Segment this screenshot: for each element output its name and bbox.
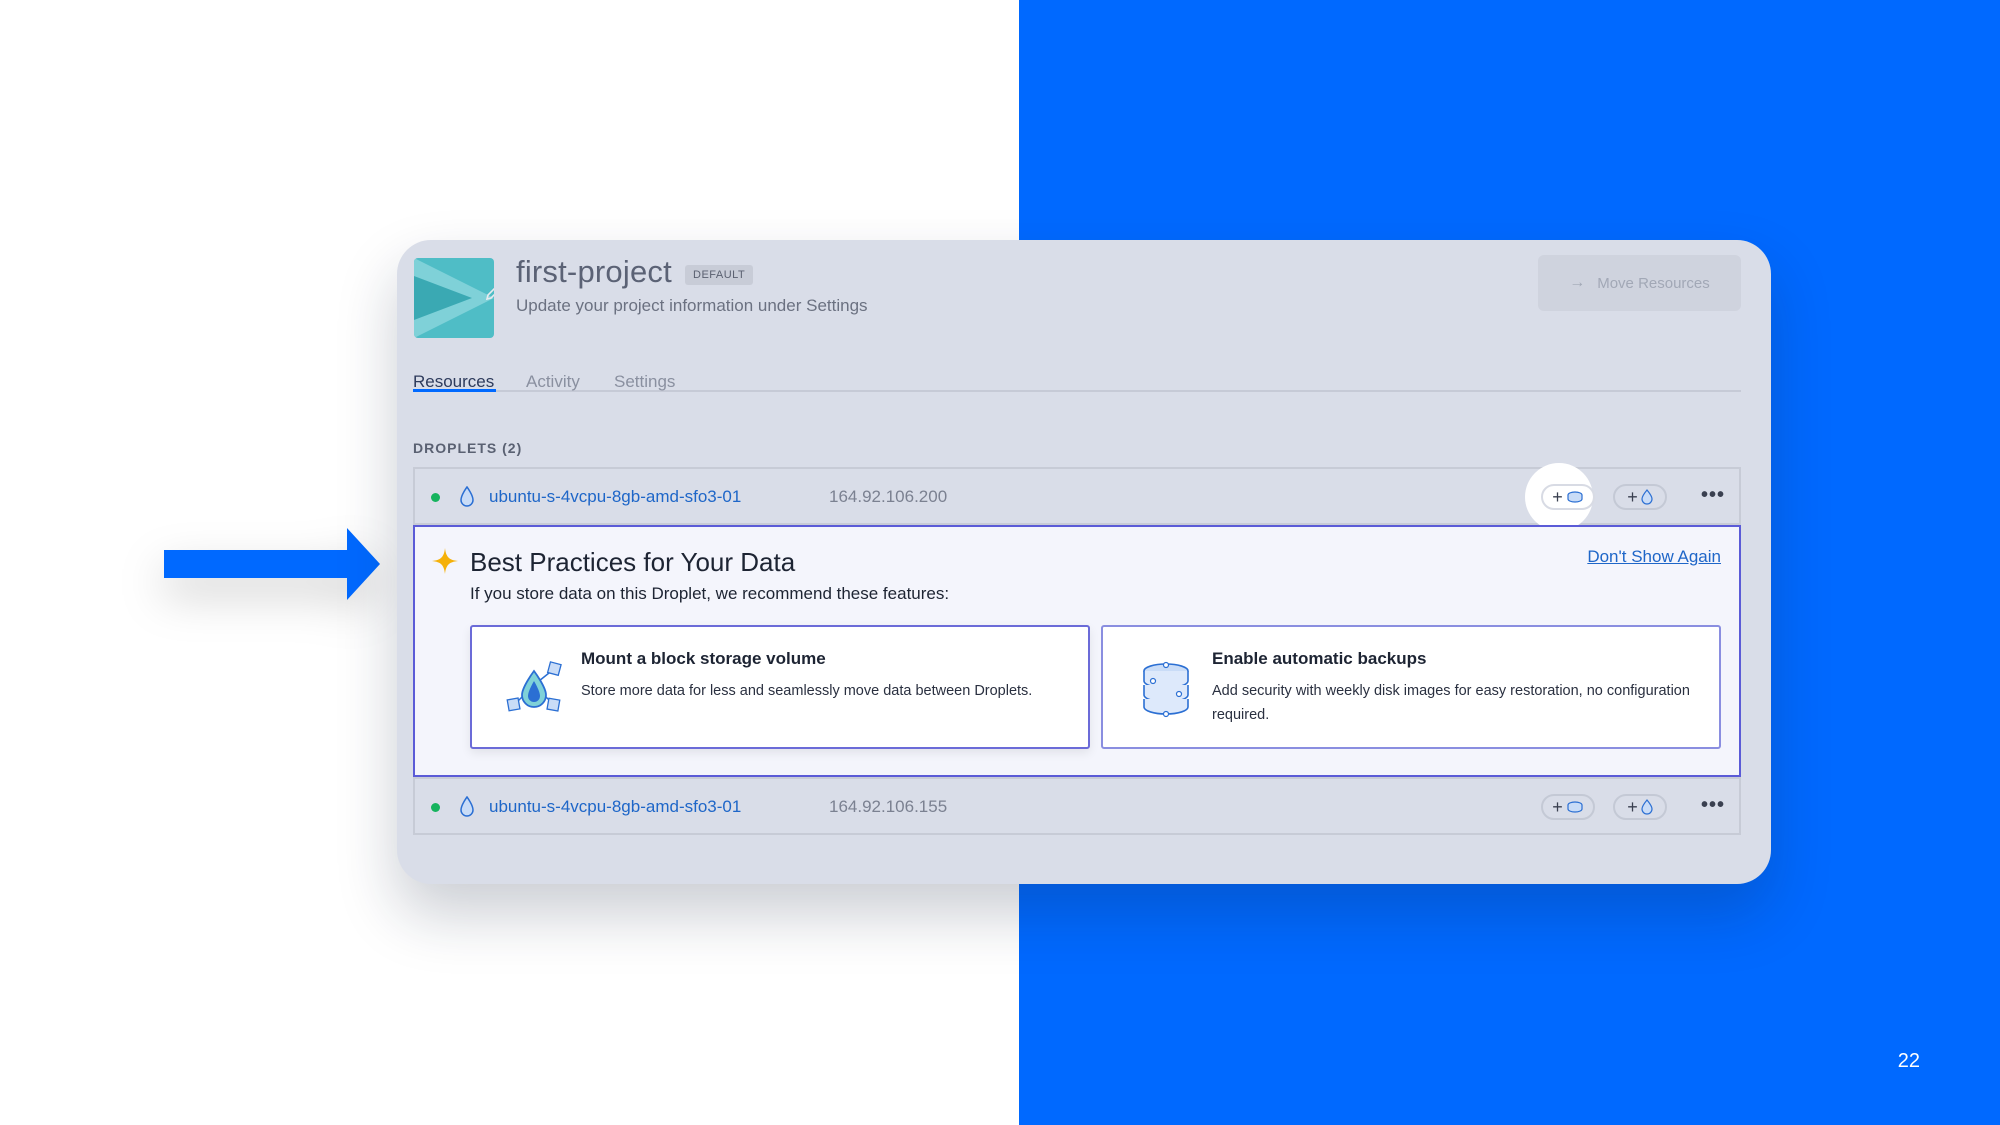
backups-icon [1143,661,1189,718]
add-volume-button[interactable]: + [1541,484,1595,510]
droplet-name-link[interactable]: ubuntu-s-4vcpu-8gb-amd-sfo3-01 [489,797,741,817]
page-number: 22 [1897,1050,1920,1072]
droplet-name-link[interactable]: ubuntu-s-4vcpu-8gb-amd-sfo3-01 [489,487,741,507]
status-dot-icon [431,493,440,502]
tab-settings[interactable]: Settings [614,372,675,392]
project-title: first-project [516,254,672,289]
backups-title: Enable automatic backups [1212,649,1427,668]
droplet-icon [460,486,474,507]
plus-icon: + [1627,486,1638,507]
status-dot-icon [431,803,440,812]
droplet-row: ubuntu-s-4vcpu-8gb-amd-sfo3-01 164.92.10… [413,777,1741,835]
dont-show-again-link[interactable]: Don't Show Again [1587,547,1721,567]
droplet-ip: 164.92.106.155 [829,797,948,816]
add-droplet-button[interactable]: + [1613,484,1667,510]
pointer-arrow-icon [164,528,380,600]
plus-icon: + [1552,796,1563,817]
plus-icon: + [1552,486,1563,507]
edit-pencil-icon[interactable] [484,284,494,302]
volume-icon [1567,801,1583,813]
block-storage-icon [506,661,562,712]
default-badge: DEFAULT [685,265,754,285]
droplet-ip: 164.92.106.200 [829,487,948,506]
droplet-icon [460,796,474,817]
volume-icon [1567,491,1583,503]
backups-description: Add security with weekly disk images for… [1212,683,1690,723]
block-storage-description: Store more data for less and seamlessly … [581,683,1033,699]
active-tab-indicator [413,389,496,392]
move-resources-label: Move Resources [1597,274,1710,292]
best-practices-subtitle: If you store data on this Droplet, we re… [470,584,950,603]
droplet-small-icon [1641,799,1653,815]
project-thumbnail-icon [414,258,494,338]
sparkle-icon [432,548,458,574]
droplets-section-label: DROPLETS (2) [413,440,523,456]
block-storage-card[interactable]: Mount a block storage volume Store more … [470,625,1090,749]
best-practices-panel: Best Practices for Your Data If you stor… [413,525,1741,777]
project-card: first-project DEFAULT Update your projec… [397,240,1771,884]
droplet-small-icon [1641,489,1653,505]
droplet-row: ubuntu-s-4vcpu-8gb-amd-sfo3-01 164.92.10… [413,463,1741,531]
project-icon[interactable] [414,258,494,338]
project-subtitle: Update your project information under Se… [516,296,868,315]
plus-icon: + [1627,796,1638,817]
best-practices-title: Best Practices for Your Data [470,547,796,577]
project-tabs: Resources Activity Settings [413,340,1741,392]
add-droplet-button[interactable]: + [1613,794,1667,820]
arrow-right-icon: → [1569,274,1586,291]
automatic-backups-card[interactable]: Enable automatic backups Add security wi… [1101,625,1721,749]
move-resources-button[interactable]: → Move Resources [1538,255,1741,311]
more-options-icon[interactable]: ••• [1700,482,1726,508]
add-volume-button[interactable]: + [1541,794,1595,820]
tab-activity[interactable]: Activity [526,372,580,392]
more-options-icon[interactable]: ••• [1700,792,1726,818]
block-storage-title: Mount a block storage volume [581,649,826,668]
